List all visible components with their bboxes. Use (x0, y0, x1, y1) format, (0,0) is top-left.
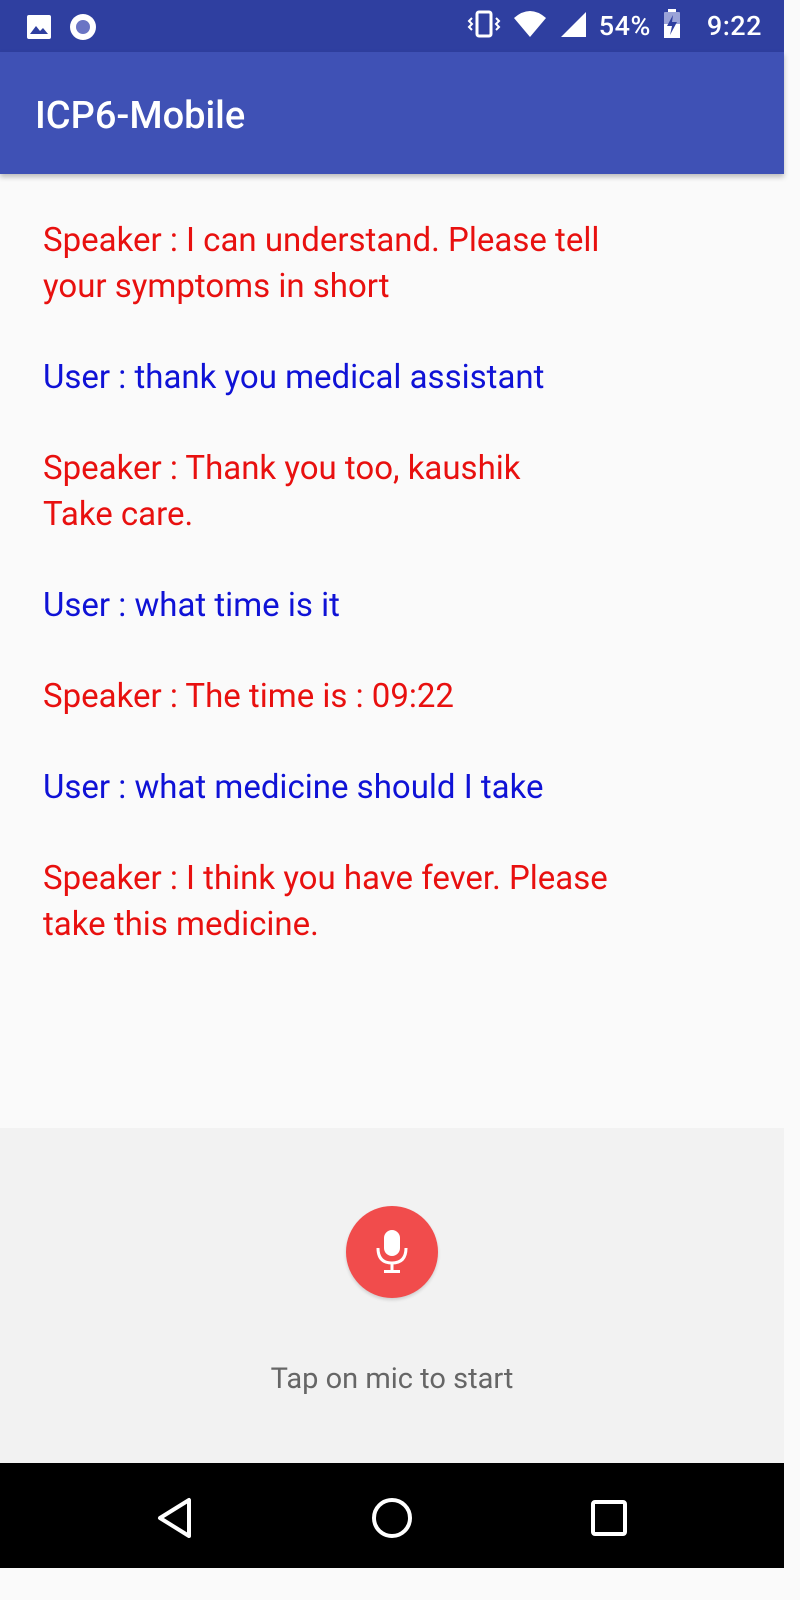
mic-panel: Tap on mic to start (0, 1128, 784, 1463)
home-icon[interactable] (367, 1493, 417, 1543)
battery-charging-icon (663, 9, 681, 43)
app-title: ICP6-Mobile (35, 94, 246, 138)
mic-hint: Tap on mic to start (270, 1362, 514, 1396)
circle-notification-icon (68, 12, 98, 46)
speaker-message: Speaker : I can understand. Please tell … (43, 221, 600, 306)
battery-percent: 54% (598, 10, 651, 42)
user-message: User : what medicine should I take (43, 768, 544, 807)
microphone-icon (372, 1228, 412, 1277)
image-icon (26, 14, 52, 44)
user-message: User : thank you medical assistant (43, 358, 545, 397)
navigation-bar (0, 1463, 784, 1568)
mic-button[interactable] (346, 1206, 438, 1298)
recents-icon[interactable] (584, 1493, 634, 1543)
conversation-log: Speaker : I can understand. Please tell … (43, 218, 743, 993)
clock: 9:22 (706, 10, 762, 42)
speaker-message: Speaker : The time is : 09:22 (43, 677, 454, 716)
vibrate-icon (467, 9, 501, 43)
user-message: User : what time is it (43, 586, 340, 625)
cell-signal-icon (559, 10, 587, 42)
status-bar: 54% 9:22 (0, 0, 784, 52)
back-icon[interactable] (150, 1493, 200, 1543)
app-bar: ICP6-Mobile (0, 52, 784, 174)
speaker-message: Speaker : I think you have fever. Please… (43, 859, 608, 944)
wifi-icon (513, 10, 547, 42)
speaker-message: Speaker : Thank you too, kaushik Take ca… (43, 449, 521, 534)
